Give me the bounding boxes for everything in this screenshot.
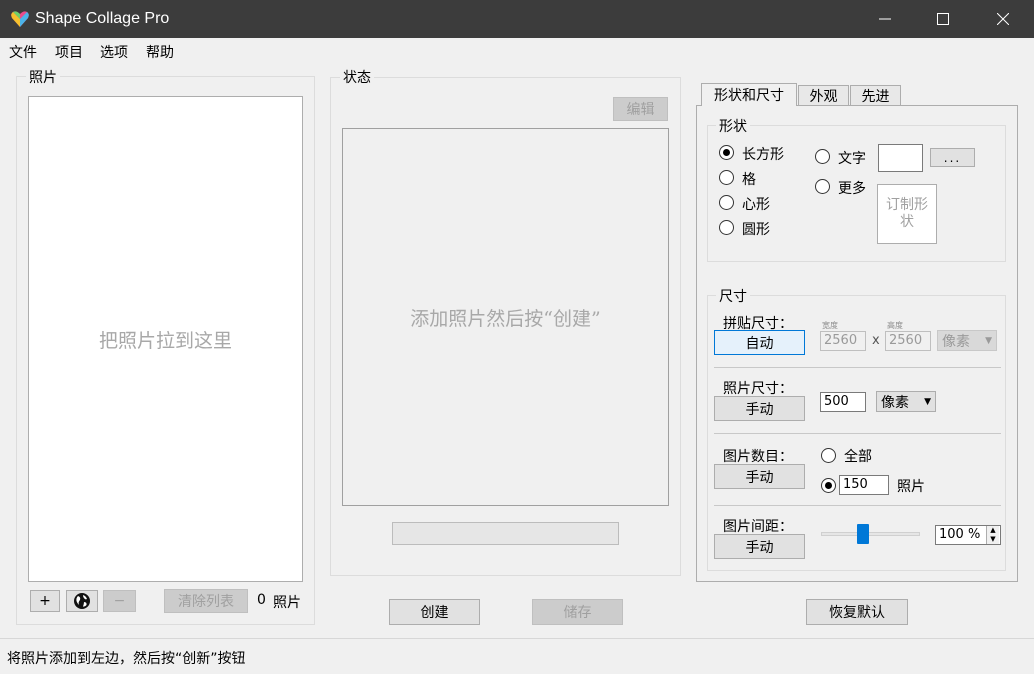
collage-unit-select[interactable]: 像素 ▼ xyxy=(937,330,997,351)
minimize-icon xyxy=(879,18,891,20)
height-caption: 高度 xyxy=(887,321,903,330)
app-logo-icon xyxy=(11,11,29,27)
photo-count-unit: 照片 xyxy=(273,595,301,611)
photo-size-label: 照片尺寸： xyxy=(723,381,793,397)
font-browse-button[interactable]: ... xyxy=(930,148,975,167)
remove-photo-button[interactable]: − xyxy=(103,590,136,612)
chevron-down-icon: ▼ xyxy=(924,396,931,407)
divider xyxy=(714,433,1001,434)
status-group-label: 状态 xyxy=(340,67,374,87)
shape-more-label: 更多 xyxy=(838,181,866,197)
photos-group-label: 照片 xyxy=(26,67,60,87)
shape-heart-radio[interactable] xyxy=(719,195,734,210)
maximize-button[interactable] xyxy=(914,0,972,38)
add-web-photo-button[interactable] xyxy=(66,590,98,612)
dimension-separator: x xyxy=(872,333,880,348)
photo-unit-select[interactable]: 像素 ▼ xyxy=(876,391,936,412)
tab-shape-size[interactable]: 形状和尺寸 xyxy=(701,83,797,106)
shape-text-radio[interactable] xyxy=(815,149,830,164)
divider xyxy=(714,505,1001,506)
shape-more-radio[interactable] xyxy=(815,179,830,194)
spacing-value: 100 % xyxy=(939,527,981,542)
spin-up-icon[interactable]: ▲ xyxy=(987,526,999,535)
menu-options[interactable]: 选项 xyxy=(100,42,128,62)
shape-circle-label: 圆形 xyxy=(742,222,770,238)
preview-area: 添加照片然后按“创建” xyxy=(342,128,669,506)
collage-height-input[interactable]: 2560 xyxy=(885,331,931,351)
preview-hint: 添加照片然后按“创建” xyxy=(410,307,601,330)
menu-help[interactable]: 帮助 xyxy=(146,42,174,62)
window-title: Shape Collage Pro xyxy=(35,10,170,27)
divider xyxy=(714,367,1001,368)
save-button[interactable]: 储存 xyxy=(532,599,623,625)
size-group-label: 尺寸 xyxy=(716,286,750,306)
close-icon xyxy=(997,13,1009,25)
photo-count: 0 xyxy=(257,592,266,608)
minimize-button[interactable] xyxy=(856,0,914,38)
shape-text-input[interactable] xyxy=(878,144,923,172)
shape-rectangle-label: 长方形 xyxy=(742,147,784,163)
width-caption: 宽度 xyxy=(822,321,838,330)
spacing-manual-button[interactable]: 手动 xyxy=(714,534,805,559)
photo-size-input[interactable]: 500 xyxy=(820,392,866,412)
drop-hint: 把照片拉到这里 xyxy=(98,329,232,352)
photo-size-manual-button[interactable]: 手动 xyxy=(714,396,805,421)
photo-drop-area[interactable]: 把照片拉到这里 xyxy=(28,96,303,582)
tab-advanced[interactable]: 先进 xyxy=(850,85,901,105)
custom-shape-button[interactable]: 订制形状 xyxy=(877,184,937,244)
shape-rectangle-radio[interactable] xyxy=(719,145,734,160)
photo-unit-value: 像素 xyxy=(881,394,909,411)
photo-count-label: 图片数目： xyxy=(723,449,793,465)
edit-button[interactable]: 编辑 xyxy=(613,97,668,121)
spacing-slider-track[interactable] xyxy=(821,532,920,536)
spacing-slider-thumb[interactable] xyxy=(856,524,869,544)
count-all-label: 全部 xyxy=(844,449,872,465)
reset-defaults-button[interactable]: 恢复默认 xyxy=(806,599,908,625)
progress-bar xyxy=(392,522,619,545)
menu-project[interactable]: 项目 xyxy=(55,42,83,62)
count-all-radio[interactable] xyxy=(821,448,836,463)
plus-icon: + xyxy=(39,593,51,609)
collage-size-auto-button[interactable]: 自动 xyxy=(714,330,805,355)
spacing-label: 图片间距： xyxy=(723,519,793,535)
collage-unit-value: 像素 xyxy=(942,333,970,350)
globe-icon xyxy=(74,593,90,609)
menu-file[interactable]: 文件 xyxy=(9,42,37,62)
minus-icon: − xyxy=(113,593,126,609)
collage-width-input[interactable]: 2560 xyxy=(820,331,866,351)
photo-count-manual-button[interactable]: 手动 xyxy=(714,464,805,489)
count-custom-radio[interactable] xyxy=(821,478,836,493)
photo-count-unit-label: 照片 xyxy=(897,479,925,495)
photo-count-input[interactable]: 150 xyxy=(839,475,889,495)
shape-circle-radio[interactable] xyxy=(719,220,734,235)
status-bar-text: 将照片添加到左边，然后按“创新”按钮 xyxy=(7,651,246,667)
status-divider xyxy=(0,638,1034,639)
shape-heart-label: 心形 xyxy=(742,197,770,213)
maximize-icon xyxy=(937,13,949,25)
spacing-spinner[interactable]: ▲ ▼ xyxy=(986,526,999,544)
add-photo-button[interactable]: + xyxy=(30,590,60,612)
shape-grid-radio[interactable] xyxy=(719,170,734,185)
shape-group-label: 形状 xyxy=(716,116,750,136)
tab-appearance[interactable]: 外观 xyxy=(798,85,849,105)
create-button[interactable]: 创建 xyxy=(389,599,480,625)
chevron-down-icon: ▼ xyxy=(985,335,992,346)
close-button[interactable] xyxy=(974,0,1032,38)
shape-grid-label: 格 xyxy=(742,172,756,188)
spin-down-icon[interactable]: ▼ xyxy=(987,535,999,544)
clear-list-button[interactable]: 清除列表 xyxy=(164,589,248,613)
shape-text-label: 文字 xyxy=(838,151,866,167)
